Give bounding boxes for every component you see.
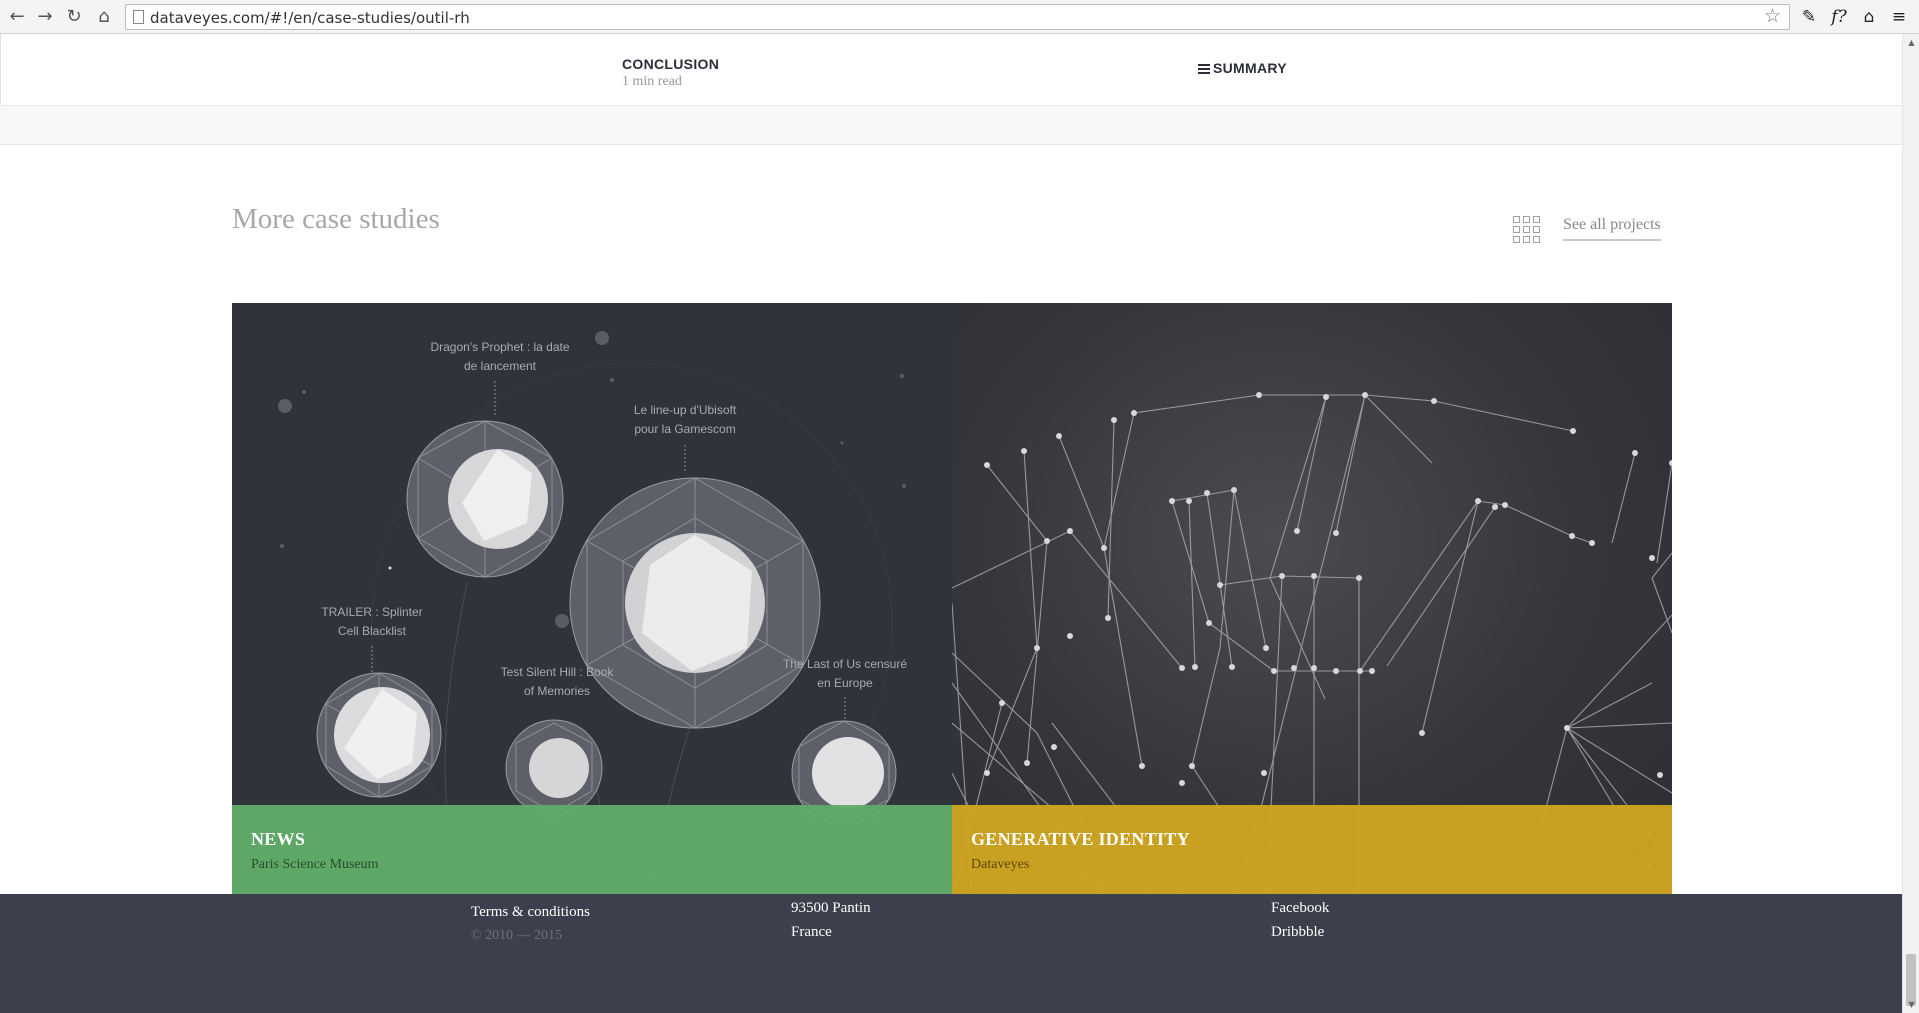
page-icon: [133, 10, 144, 24]
house-extension-icon[interactable]: ⌂: [1857, 5, 1881, 29]
grid-icon[interactable]: [1513, 216, 1541, 244]
home-icon[interactable]: ⌂: [93, 6, 115, 28]
copyright: © 2010 — 2015: [471, 928, 563, 943]
case-study-card-news[interactable]: Dragon's Prophet : la date de lancement …: [232, 303, 952, 894]
viz-label: TRAILER : Splinter Cell Blacklist: [321, 605, 423, 638]
case-study-card-generative-identity[interactable]: GENERATIVE IDENTITY Dataveyes: [952, 303, 1672, 894]
address-bar[interactable]: dataveyes.com/#!/en/case-studies/outil-r…: [125, 4, 1790, 30]
card-caption-band: [232, 805, 952, 894]
summary-label: SUMMARY: [1213, 60, 1287, 76]
see-all-projects-link[interactable]: See all projects: [1563, 216, 1661, 241]
read-time: 1 min read: [622, 74, 682, 89]
section-navigation: CONCLUSION 1 min read SUMMARY: [0, 34, 1902, 106]
card-title[interactable]: NEWS: [251, 829, 305, 850]
bookmark-star-icon[interactable]: ☆: [1764, 5, 1781, 27]
site-footer: Terms & conditions © 2010 — 2015 93500 P…: [0, 894, 1902, 1013]
url-text[interactable]: dataveyes.com/#!/en/case-studies/outil-r…: [150, 9, 470, 27]
menu-icon[interactable]: ≡: [1887, 5, 1911, 29]
forward-arrow-icon[interactable]: →: [34, 6, 56, 28]
viz-label: The Last of Us censuré en Europe: [782, 657, 908, 690]
viz-label: Dragon's Prophet : la date de lancement: [430, 340, 570, 373]
divider-band: [0, 106, 1902, 145]
conclusion-title[interactable]: CONCLUSION: [622, 56, 719, 72]
reload-icon[interactable]: ↻: [63, 6, 85, 28]
viz-label: Test Silent Hill : Book of Memories: [500, 665, 614, 698]
facebook-link[interactable]: Facebook: [1271, 900, 1329, 917]
dribbble-link[interactable]: Dribbble: [1271, 924, 1324, 941]
card-subtitle: Dataveyes: [971, 857, 1030, 872]
conclusion-link[interactable]: CONCLUSION 1 min read: [622, 56, 719, 90]
scroll-up-icon[interactable]: ▲: [1903, 36, 1919, 50]
hamburger-icon: [1198, 64, 1210, 74]
more-case-studies-heading: More case studies: [232, 203, 440, 235]
extension-icon[interactable]: ✎: [1797, 5, 1821, 29]
card-subtitle: Paris Science Museum: [251, 857, 379, 872]
viz-label: Le line-up d'Ubisoft pour la Gamescom: [633, 403, 737, 436]
vertical-scrollbar[interactable]: ▲ ▼: [1902, 34, 1919, 1013]
summary-button[interactable]: SUMMARY: [1198, 60, 1287, 76]
back-arrow-icon[interactable]: ←: [6, 6, 28, 28]
browser-toolbar: ← → ↻ ⌂ dataveyes.com/#!/en/case-studies…: [0, 0, 1919, 34]
font-identify-icon[interactable]: f?: [1827, 5, 1851, 29]
address-city: 93500 Pantin: [791, 900, 871, 916]
scroll-down-icon[interactable]: ▼: [1903, 998, 1919, 1012]
terms-link[interactable]: Terms & conditions: [471, 904, 590, 921]
card-title[interactable]: GENERATIVE IDENTITY: [971, 829, 1190, 850]
address-country: France: [791, 924, 832, 940]
